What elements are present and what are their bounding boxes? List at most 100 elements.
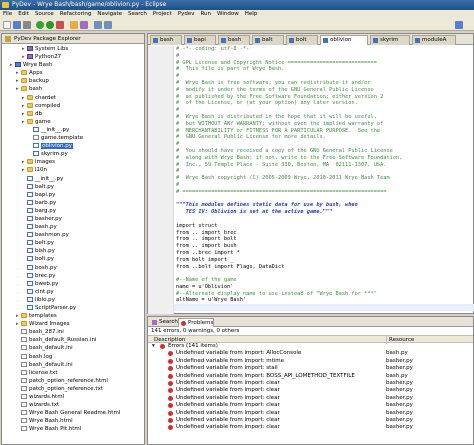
tab-search[interactable]: Search bbox=[150, 318, 178, 327]
editor-tab[interactable]: bash bbox=[218, 35, 250, 45]
tree-item[interactable]: game.template bbox=[2, 134, 144, 142]
collapse-icon[interactable]: ▾ bbox=[152, 343, 155, 350]
code-line[interactable]: 36name = u'Oblivion' bbox=[174, 284, 474, 291]
editor-tab[interactable]: skyrim bbox=[370, 35, 410, 45]
problem-row[interactable]: Undefined variable from import: clear bas… bbox=[148, 380, 473, 387]
editor-tab[interactable]: bash bbox=[150, 35, 182, 45]
code-line[interactable]: 26 bbox=[174, 216, 474, 223]
tree-item[interactable]: bash.py bbox=[2, 223, 144, 231]
forward-icon[interactable] bbox=[104, 21, 112, 29]
code-line[interactable]: # but WITHOUT ANY WARRANTY; without even… bbox=[174, 121, 474, 128]
problem-row[interactable]: Undefined variable from import: stail bas… bbox=[148, 365, 473, 372]
problem-row[interactable]: Undefined variable from import: clear bas… bbox=[148, 395, 473, 402]
tree-item[interactable]: bash_default.ini bbox=[2, 361, 144, 369]
tree-item[interactable]: __init__.py bbox=[2, 175, 144, 183]
problem-row[interactable]: Undefined variable from import: clear bas… bbox=[148, 410, 473, 417]
code-line[interactable]: 25 TES IV: Oblivion is set at the active… bbox=[174, 209, 474, 216]
code-line[interactable]: # -*- coding: utf-8 -*- bbox=[174, 46, 474, 53]
code-line[interactable]: # GPL License and Copyright Notice =====… bbox=[174, 60, 474, 67]
tree-item[interactable]: ▸ Wrye Bash bbox=[2, 61, 144, 69]
code-line[interactable]: # bbox=[174, 53, 474, 60]
tree-item[interactable]: wizards.html bbox=[2, 393, 144, 401]
tree-item[interactable]: ▸ Python27 bbox=[2, 53, 144, 61]
errors-group[interactable]: ▾ Errors (141 items) bbox=[148, 343, 473, 350]
tree-item[interactable]: Wrye Bash General Readme.html bbox=[2, 409, 144, 417]
code-line[interactable]: 31from ..brec import * bbox=[174, 250, 474, 257]
code-line[interactable]: # bbox=[174, 168, 474, 175]
menu-refactoring[interactable]: Refactoring bbox=[60, 11, 92, 17]
code-line[interactable]: 35#--Name of the game bbox=[174, 277, 474, 284]
code-line[interactable]: # bbox=[174, 182, 474, 189]
tree-item[interactable]: ▸ db bbox=[2, 110, 144, 118]
tree-item[interactable]: bosh.py bbox=[2, 264, 144, 272]
code-line[interactable]: 37#--Alternate display name to use inste… bbox=[174, 291, 474, 298]
code-line[interactable] bbox=[174, 196, 474, 203]
open-type-icon[interactable] bbox=[70, 21, 78, 29]
problem-row[interactable]: Undefined variable from import: clear bas… bbox=[148, 387, 473, 394]
tree-item[interactable]: skyrim.py bbox=[2, 150, 144, 158]
code-line[interactable]: # Inc., 59 Temple Place - Suite 330, Bos… bbox=[174, 162, 474, 169]
code-line[interactable]: # as published by the Free Software Foun… bbox=[174, 94, 474, 101]
menu-help[interactable]: Help bbox=[245, 11, 258, 17]
menu-pydev[interactable]: Pydev bbox=[178, 11, 195, 17]
code-line[interactable]: # of the License, or (at your option) an… bbox=[174, 100, 474, 107]
tree-item[interactable]: bash_default_Russian.ini bbox=[2, 336, 144, 344]
menu-run[interactable]: Run bbox=[200, 11, 211, 17]
code-line[interactable]: 29from .. import bolt bbox=[174, 236, 474, 243]
code-line[interactable]: 27import struct bbox=[174, 223, 474, 230]
tree-item[interactable]: ▸ templates bbox=[2, 312, 144, 320]
tree-item[interactable]: patch_option_reference.html bbox=[2, 377, 144, 385]
run-icon[interactable] bbox=[46, 21, 54, 29]
menu-file[interactable]: File bbox=[3, 11, 12, 17]
code-line[interactable]: # bbox=[174, 107, 474, 114]
tree-item[interactable]: patch_option_reference.txt bbox=[2, 385, 144, 393]
tree-item[interactable]: ▸ Apps bbox=[2, 69, 144, 77]
tree-item[interactable]: wizards.txt bbox=[2, 401, 144, 409]
package-explorer-tab[interactable]: PyDev Package Explorer bbox=[2, 34, 144, 44]
editor-tab[interactable]: bolt bbox=[286, 35, 318, 45]
menu-window[interactable]: Window bbox=[217, 11, 239, 17]
tree-item[interactable]: ▸ game bbox=[2, 118, 144, 126]
code-line[interactable]: # bbox=[174, 141, 474, 148]
debug-icon[interactable] bbox=[36, 21, 44, 29]
tree-item[interactable]: bash_287.ini bbox=[2, 328, 144, 336]
tree-item[interactable]: bapi.py bbox=[2, 191, 144, 199]
tree-item[interactable]: bweb.py bbox=[2, 280, 144, 288]
tree-item[interactable]: liblo.py bbox=[2, 296, 144, 304]
menu-navigate[interactable]: Navigate bbox=[97, 11, 122, 17]
tree-item[interactable]: balt.py bbox=[2, 183, 144, 191]
tree-item[interactable]: ▸ images bbox=[2, 158, 144, 166]
menu-project[interactable]: Project bbox=[153, 11, 172, 17]
tree-item[interactable]: cint.py bbox=[2, 288, 144, 296]
print-icon[interactable] bbox=[23, 21, 31, 29]
editor-tab[interactable]: oblivion bbox=[320, 35, 368, 45]
tree-item[interactable]: oblivion.py bbox=[2, 142, 144, 150]
code-line[interactable]: 32from bolt import _ bbox=[174, 257, 474, 264]
code-line[interactable]: 28from .. import brec bbox=[174, 230, 474, 237]
editor-tab[interactable]: bapi bbox=[184, 35, 216, 45]
editor-tab[interactable]: balt bbox=[252, 35, 284, 45]
tree-item[interactable]: license.txt bbox=[2, 369, 144, 377]
tree-item[interactable]: Wrye Bash Pit.html bbox=[2, 425, 144, 433]
tree-item[interactable]: bashmon.py bbox=[2, 231, 144, 239]
code-line[interactable]: 38altName = u'Wrye Bash' bbox=[174, 297, 474, 304]
tree-item[interactable]: ▸ compiled bbox=[2, 102, 144, 110]
problem-row[interactable]: Undefined variable from import: BOSS_API… bbox=[148, 373, 473, 380]
tree-item[interactable]: ▸ Wizard Images bbox=[2, 320, 144, 328]
menu-source[interactable]: Source bbox=[35, 11, 54, 17]
tree-item[interactable]: ▸ chardet bbox=[2, 94, 144, 102]
problem-row[interactable]: Undefined variable from import: clear bas… bbox=[148, 417, 473, 424]
search-icon[interactable] bbox=[80, 21, 88, 29]
tree-item[interactable]: ScriptParser.py bbox=[2, 304, 144, 312]
code-line[interactable]: # You should have received a copy of the… bbox=[174, 148, 474, 155]
tree-item[interactable]: barb.py bbox=[2, 199, 144, 207]
code-line[interactable]: 33from ..bolt import Flags, DataDict bbox=[174, 264, 474, 271]
back-icon[interactable] bbox=[94, 21, 102, 29]
code-line[interactable]: 34 bbox=[174, 270, 474, 277]
code-line[interactable]: # modify it under the terms of the GNU G… bbox=[174, 87, 474, 94]
menu-edit[interactable]: Edit bbox=[18, 11, 29, 17]
tab-problems[interactable]: Problems bbox=[178, 318, 215, 327]
code-line[interactable]: 39 bbox=[174, 304, 474, 312]
code-line[interactable]: # Wrye Bash is free software; you can re… bbox=[174, 80, 474, 87]
code-line[interactable]: 30from .. import bush bbox=[174, 243, 474, 250]
